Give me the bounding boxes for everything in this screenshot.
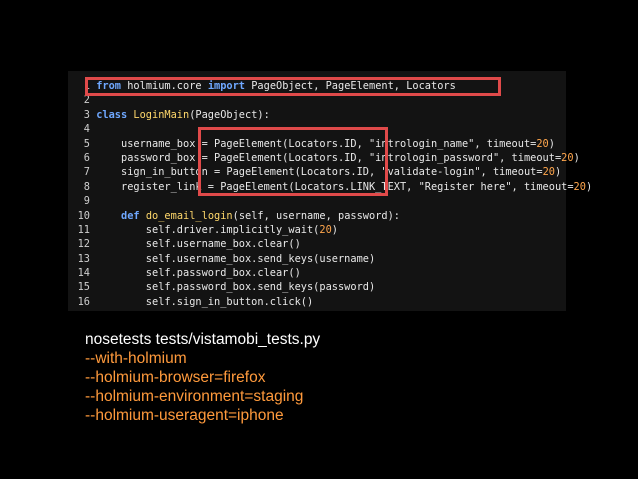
code-line: 13 self.username_box.send_keys(username) [68,252,592,266]
code-token: holmium.core [121,80,208,92]
line-number: 13 [77,252,90,265]
line-number: 8 [83,180,90,193]
code-token: ) [585,180,593,193]
code-text: self.username_box.send_keys(username) [90,252,375,266]
code-token: self.password_box.send_keys(password) [96,281,376,294]
code-line: 15 self.password_box.send_keys(password) [68,280,592,294]
code-line: 5 username_box = PageElement(Locators.ID… [68,137,592,151]
line-number: 14 [77,267,90,280]
code-line: 1 from holmium.core import PageObject, P… [68,79,592,93]
line-number: 15 [77,281,90,294]
code-line: 10 def do_email_login(self, username, pa… [68,209,592,223]
code-line: 7 sign_in_button = PageElement(Locators.… [68,165,592,179]
code-text: self.sign_in_button.click() [90,295,313,309]
code-line: 14 self.password_box.clear() [68,266,592,280]
line-number: 7 [83,166,90,179]
code-token: self.username_box.send_keys(username) [96,252,376,265]
code-token: self.password_box.clear() [96,267,301,280]
code-text: self.password_box.clear() [90,266,301,280]
code-line: 6 password_box = PageElement(Locators.ID… [68,151,592,165]
terminal-command: nosetests tests/vistamobi_tests.py --wit… [85,330,320,425]
code-line: 3 class LoginMain(PageObject): [68,108,592,122]
code-token: 20 [561,151,574,164]
line-number: 16 [77,295,90,308]
code-token: (PageObject): [189,108,270,121]
line-number: 11 [77,223,90,236]
code-token: def [121,209,140,222]
code-token: register_link = PageElement(Locators.LIN… [96,180,574,193]
command-arg-browser: --holmium-browser=firefox [85,369,266,386]
code-token: 20 [319,223,332,236]
code-line: 2 [68,93,592,107]
line-number: 9 [83,195,90,208]
code-text: register_link = PageElement(Locators.LIN… [90,180,592,194]
code-token: self.username_box.clear() [96,238,301,251]
code-token: username_box = PageElement(Locators.ID, … [96,137,537,150]
command-arg-useragent: --holmium-useragent=iphone [85,407,284,424]
code-editor-panel: 1 from holmium.core import PageObject, P… [68,71,592,311]
code-token: 20 [536,137,549,150]
code-lines: 1 from holmium.core import PageObject, P… [68,79,593,309]
code-token: from [96,80,122,92]
code-token: self.sign_in_button.click() [96,295,314,308]
line-number: 10 [77,209,90,222]
code-text: username_box = PageElement(Locators.ID, … [90,137,555,151]
line-number: 6 [83,151,90,164]
code-token: self.driver.implicitly_wait( [96,223,320,236]
line-number: 3 [83,108,90,121]
code-token: ) [573,151,580,164]
code-line: 11 self.driver.implicitly_wait(20) [68,223,592,237]
command-arg-environment: --holmium-environment=staging [85,388,304,405]
code-line: 8 register_link = PageElement(Locators.L… [68,180,592,194]
command-arg-with-holmium: --with-holmium [85,350,187,367]
code-token: import [207,80,246,92]
code-line: 16 self.sign_in_button.click() [68,295,592,309]
code-token: 20 [542,166,555,179]
code-token: ) [548,137,555,150]
line-number: 2 [83,94,90,107]
line-number: 4 [83,123,90,136]
code-token: LoginMain [133,108,190,121]
slide: 1 from holmium.core import PageObject, P… [0,0,638,479]
code-text: class LoginMain(PageObject): [90,108,270,122]
code-token: 20 [573,180,586,193]
code-line: 9 [68,194,592,208]
code-token: ) [331,223,338,236]
code-token: do_email_login [145,209,233,222]
code-text: self.driver.implicitly_wait(20) [90,223,338,237]
code-text: def do_email_login(self, username, passw… [90,209,400,223]
code-token: password_box = PageElement(Locators.ID, … [96,151,562,164]
code-token: (self, username, password): [232,209,401,222]
code-text: password_box = PageElement(Locators.ID, … [90,151,580,165]
code-token: class [96,108,128,121]
code-text: sign_in_button = PageElement(Locators.ID… [90,165,561,179]
line-number: 1 [83,80,90,92]
code-token: ) [554,166,562,179]
code-line: 4 [68,122,592,136]
code-text: self.username_box.clear() [90,237,301,251]
code-text: from holmium.core import PageObject, Pag… [90,79,456,93]
line-number: 12 [77,238,90,251]
code-token: sign_in_button = PageElement(Locators.ID… [96,166,543,179]
code-text: self.password_box.send_keys(password) [90,280,375,294]
code-line: 12 self.username_box.clear() [68,237,592,251]
command-text: nosetests tests/vistamobi_tests.py [85,331,321,348]
line-number: 5 [83,137,90,150]
code-token: PageObject, PageElement, Locators [245,80,456,92]
